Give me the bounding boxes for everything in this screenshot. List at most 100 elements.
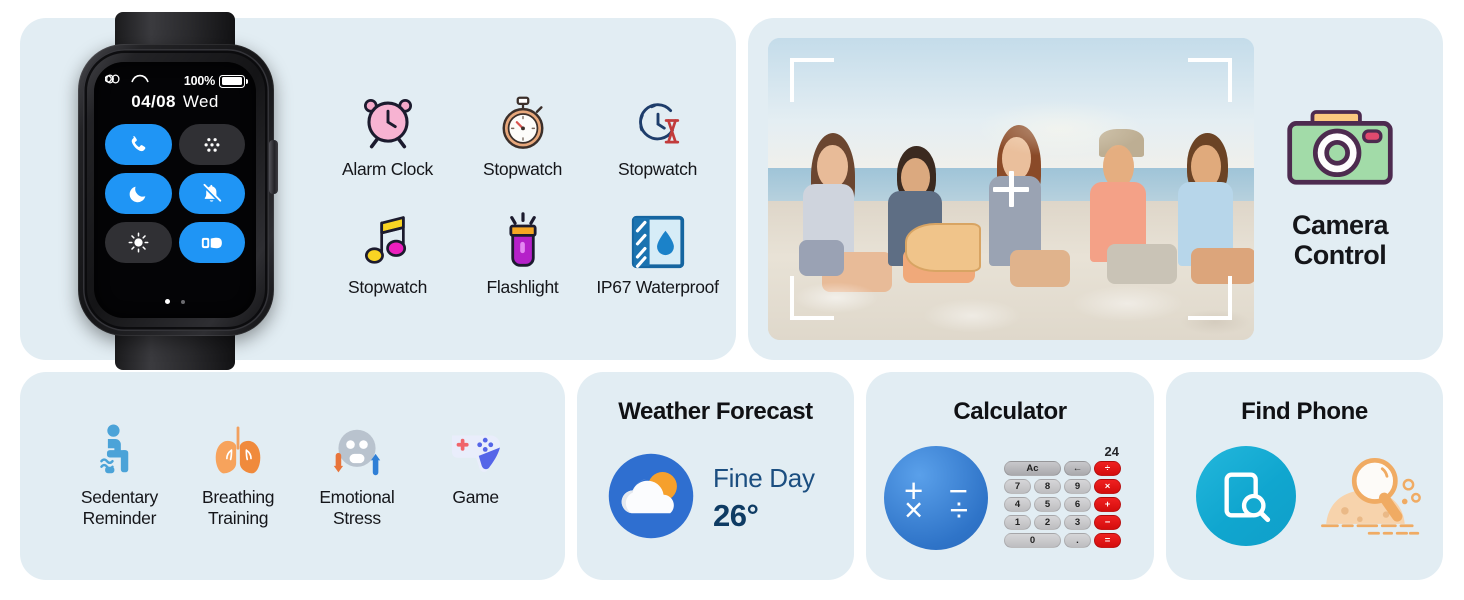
watch-features-panel: 100% 04/08 Wed Alarm Clock Stopwatch Sto…: [20, 12, 736, 370]
page-dot-active: [165, 299, 171, 304]
watch-date: 04/08: [131, 92, 176, 111]
calc-key-5[interactable]: 5: [1034, 497, 1061, 512]
camera-icon: [1255, 108, 1425, 197]
lungs-icon: [179, 420, 297, 478]
watch-status-bar: 100%: [94, 70, 256, 92]
feature-label: IP67 Waterproof: [596, 277, 719, 297]
feature-label: Stopwatch: [617, 159, 697, 179]
calculator-keypad: 24 Ac ← ÷ 7 8 9 × 4 5 6 + 1 2 3− 0. =: [1004, 444, 1124, 551]
watch-date-row: 04/08 Wed: [94, 92, 256, 112]
feature-icon-grid: Alarm Clock Stopwatch Stopwatch Stopwatc…: [320, 86, 720, 298]
link-chain-icon: [104, 72, 122, 90]
feature-game[interactable]: Game: [417, 420, 535, 508]
calc-key-4[interactable]: 4: [1004, 497, 1031, 512]
flashlight-icon: [455, 204, 590, 270]
feature-label: Emotional Stress: [319, 487, 395, 529]
sitting-person-icon: [60, 420, 178, 478]
mute-tile[interactable]: [178, 173, 245, 214]
calc-key-=[interactable]: =: [1094, 533, 1121, 548]
calc-key-0[interactable]: 0: [1004, 533, 1061, 548]
calc-key-7[interactable]: 7: [1004, 479, 1031, 494]
apps-tile[interactable]: [178, 124, 245, 165]
camera-label-line1: Camera: [1291, 210, 1389, 240]
calc-key-←[interactable]: ←: [1064, 461, 1091, 476]
find-phone-panel: Find Phone: [1166, 372, 1443, 580]
calculator-title: Calculator: [953, 398, 1067, 425]
sleep-tile[interactable]: [105, 173, 172, 214]
stress-face-icon: [298, 420, 416, 478]
keypad-row: 1 2 3−: [1004, 515, 1124, 530]
wrist-raise-tile[interactable]: [178, 222, 245, 263]
watch-screen: 100% 04/08 Wed: [94, 62, 256, 318]
feature-label: Stopwatch: [347, 277, 427, 297]
battery-percent-label: 100%: [183, 74, 215, 88]
keypad-row: 7 8 9 ×: [1004, 479, 1124, 494]
calc-key-1[interactable]: 1: [1004, 515, 1031, 530]
weather-temperature: 26°: [713, 498, 759, 533]
stopwatch-icon: [455, 86, 590, 152]
camera-control-legend: Camera Control: [1255, 108, 1425, 270]
weather-forecast-panel: Weather Forecast Fine Day 26°: [577, 372, 854, 580]
page-dot: [180, 300, 185, 304]
divide-symbol: ÷: [949, 490, 968, 528]
battery-full-icon: [219, 74, 248, 88]
feature-stopwatch[interactable]: Stopwatch: [455, 86, 590, 180]
health-features-panel: Sedentary Reminder Breathing Training Em…: [20, 372, 565, 580]
bell-muted-icon: [202, 183, 222, 203]
feature-label: Sedentary Reminder: [80, 487, 158, 529]
phone-tile[interactable]: [105, 124, 172, 165]
camera-control-panel: Camera Control: [748, 18, 1443, 360]
calc-key-.[interactable]: .: [1064, 533, 1091, 548]
feature-label: Alarm Clock: [341, 159, 434, 179]
calc-key-2[interactable]: 2: [1034, 515, 1061, 530]
brightness-tile[interactable]: [105, 222, 172, 263]
feature-waterproof[interactable]: IP67 Waterproof: [590, 204, 725, 298]
feature-breathing-training[interactable]: Breathing Training: [179, 420, 297, 530]
magnifier-sand-icon: [1316, 451, 1428, 542]
phone-search-icon: [1196, 446, 1296, 546]
watch-quick-tiles: [105, 124, 245, 263]
app-grid-icon: [204, 137, 220, 152]
calc-key-×[interactable]: ×: [1094, 479, 1121, 494]
keypad-row: Ac ← ÷: [1004, 461, 1124, 476]
calculator-panel: Calculator + − × ÷ 24 Ac ← ÷ 7 8 9 × 4 5 6 +1 2 3−0.…: [866, 372, 1154, 580]
watch-weekday: Wed: [182, 92, 219, 111]
feature-flashlight[interactable]: Flashlight: [455, 204, 590, 298]
sun-icon: [128, 232, 149, 253]
watch-side-button[interactable]: [269, 140, 278, 194]
feature-label: Game: [452, 487, 499, 507]
gamepad-icon: [417, 420, 535, 478]
keypad-row: 4 5 6 +: [1004, 497, 1124, 512]
wrist-hand-icon: [201, 237, 222, 248]
feature-sedentary-reminder[interactable]: Sedentary Reminder: [60, 420, 178, 530]
find-phone-title: Find Phone: [1241, 398, 1368, 425]
moon-icon: [129, 186, 146, 202]
calc-key-Ac[interactable]: Ac: [1004, 461, 1061, 476]
feature-label: Stopwatch: [482, 159, 562, 179]
calc-key-9[interactable]: 9: [1064, 479, 1091, 494]
feature-music[interactable]: Stopwatch: [320, 204, 455, 298]
alarm-clock-icon: [320, 86, 455, 152]
camera-label-line2: Control: [1293, 239, 1387, 270]
feature-timer[interactable]: Stopwatch: [590, 86, 725, 180]
calc-key-8[interactable]: 8: [1034, 479, 1061, 494]
keypad-row: 0. =: [1004, 533, 1124, 548]
weather-title: Weather Forecast: [618, 398, 813, 425]
feature-label: Flashlight: [486, 277, 559, 297]
calc-key-÷[interactable]: ÷: [1094, 461, 1121, 476]
calc-key-+[interactable]: +: [1094, 497, 1121, 512]
calc-key-−[interactable]: −: [1094, 515, 1121, 530]
sun-cloud-icon: [603, 448, 699, 549]
feature-emotional-stress[interactable]: Emotional Stress: [298, 420, 416, 530]
calc-key-3[interactable]: 3: [1064, 515, 1091, 530]
waterproof-icon: [590, 204, 725, 270]
smartwatch-device: 100% 04/08 Wed: [60, 12, 290, 370]
music-note-icon: [320, 204, 455, 270]
feature-label: Breathing Training: [202, 487, 275, 529]
multiply-symbol: ×: [904, 490, 924, 528]
feature-alarm-clock[interactable]: Alarm Clock: [320, 86, 455, 180]
product-feature-collage: 100% 04/08 Wed Alarm Clock Stopwatch Sto…: [0, 0, 1464, 600]
calc-key-6[interactable]: 6: [1064, 497, 1091, 512]
phone-icon: [131, 135, 146, 151]
watch-page-dots: [94, 291, 256, 309]
